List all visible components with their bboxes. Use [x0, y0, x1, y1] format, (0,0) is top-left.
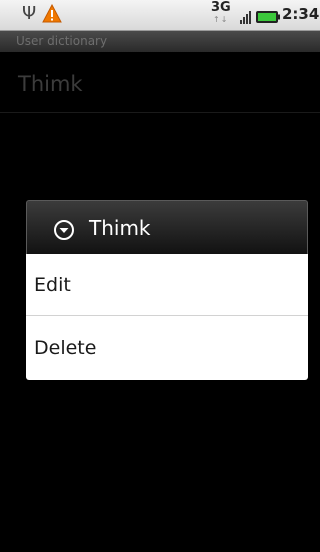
edit-menu-item[interactable]: Edit [26, 254, 308, 316]
clock: 2:34 [282, 5, 320, 23]
delete-menu-item[interactable]: Delete [26, 317, 308, 379]
network-type-label: 3G [211, 0, 231, 15]
dialog-header: Thimk [26, 200, 308, 254]
usb-icon: Ψ [22, 3, 37, 24]
edit-label: Edit [34, 274, 71, 296]
title-bar: User dictionary [0, 31, 320, 52]
list-item-word: Thimk [18, 72, 83, 96]
signal-icon [240, 11, 251, 24]
dialog-body: Edit Delete [26, 254, 308, 380]
list-item[interactable]: Thimk [0, 56, 320, 113]
dialog-title: Thimk [89, 216, 151, 240]
context-menu-dialog: Thimk Edit Delete [26, 200, 308, 380]
chevron-down-circle-icon [54, 220, 74, 240]
delete-label: Delete [34, 337, 97, 359]
screen: Ψ 3G ↑↓ 2:34 User dictionary Thimk Thimk… [0, 0, 320, 552]
page-title: User dictionary [16, 34, 108, 48]
network-activity-icon: ↑↓ [213, 15, 229, 24]
battery-icon [256, 11, 280, 23]
status-bar: Ψ 3G ↑↓ 2:34 [0, 0, 320, 31]
warning-icon [42, 4, 62, 23]
